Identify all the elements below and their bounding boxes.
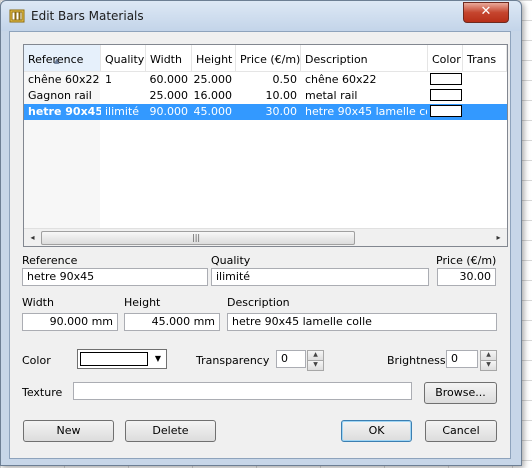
width-label: Width <box>22 296 54 309</box>
cell-description: chêne 60x22 <box>305 73 377 86</box>
brightness-label: Brightness <box>387 354 446 367</box>
description-field[interactable]: hetre 90x45 lamelle colle <box>227 313 497 331</box>
cell-price: 10.00 <box>265 89 298 102</box>
cell-reference: Gagnon rail <box>28 89 92 102</box>
column-header-reference[interactable]: ▲ Reference <box>24 45 101 71</box>
column-header-price[interactable]: Price (€/m) <box>236 45 301 71</box>
cell-description: metal rail <box>305 89 358 102</box>
cell-height: 25.000 <box>193 73 233 86</box>
cell-width: 60.000 <box>149 73 189 86</box>
cell-height: 45.000 <box>193 105 233 118</box>
scroll-right-arrow-icon[interactable]: ▸ <box>490 229 507 246</box>
width-field[interactable]: 90.000 mm <box>22 313 118 331</box>
browse-button[interactable]: Browse... <box>424 382 497 404</box>
cell-quality <box>105 88 145 104</box>
reference-label: Reference <box>22 254 78 267</box>
transparency-label: Transparency <box>196 354 270 367</box>
color-dropdown[interactable]: ▼ <box>77 349 167 369</box>
cancel-button[interactable]: Cancel <box>425 420 497 442</box>
transparency-field[interactable]: 0 <box>276 350 306 368</box>
spin-down-icon[interactable]: ▼ <box>307 360 324 371</box>
cell-description: hetre 90x45 lamelle colle <box>305 105 427 118</box>
quality-field[interactable]: ilimité <box>211 268 429 286</box>
quality-label: Quality <box>211 254 251 267</box>
color-label: Color <box>22 354 51 367</box>
color-swatch <box>80 352 148 366</box>
brightness-field[interactable]: 0 <box>446 350 478 368</box>
column-header-transparency[interactable]: Trans <box>463 45 507 71</box>
cell-price: 0.50 <box>272 73 298 86</box>
window-title: Edit Bars Materials <box>31 9 144 23</box>
column-header-width[interactable]: Width <box>146 45 192 71</box>
cell-quality: ilimité <box>105 105 140 118</box>
description-label: Description <box>227 296 290 309</box>
close-button[interactable]: ✕ <box>463 2 509 23</box>
column-header-color[interactable]: Color <box>428 45 463 71</box>
materials-table[interactable]: ▲ Reference Quality Width Height Price (… <box>23 44 508 247</box>
column-header-description[interactable]: Description <box>301 45 428 71</box>
cell-width: 90.000 <box>149 105 189 118</box>
cell-color-swatch <box>430 73 462 85</box>
cell-reference: hetre 90x45 <box>28 105 101 118</box>
price-field[interactable]: 30.00 <box>437 268 496 286</box>
cell-price: 30.00 <box>265 105 298 118</box>
new-button[interactable]: New <box>23 420 114 442</box>
bars-materials-icon <box>9 9 25 23</box>
horizontal-scrollbar[interactable]: ◂ ||| ▸ <box>24 228 507 246</box>
table-header: ▲ Reference Quality Width Height Price (… <box>24 45 507 72</box>
scroll-left-arrow-icon[interactable]: ◂ <box>24 229 41 246</box>
height-label: Height <box>124 296 161 309</box>
cell-quality: 1 <box>105 73 112 86</box>
cell-color-swatch <box>430 105 462 117</box>
cell-height: 16.000 <box>193 89 233 102</box>
scrollbar-grip-icon: ||| <box>192 233 201 242</box>
title-bar: Edit Bars Materials ✕ <box>1 1 521 31</box>
table-row-selected[interactable]: hetre 90x45 ilimité 90.000 45.000 30.00 … <box>24 104 507 120</box>
chevron-down-icon: ▼ <box>154 354 162 363</box>
sort-ascending-icon: ▲ <box>54 57 60 65</box>
table-row[interactable]: chêne 60x22 1 60.000 25.000 0.50 chêne 6… <box>24 72 507 88</box>
close-icon: ✕ <box>480 4 492 19</box>
texture-label: Texture <box>22 386 63 399</box>
brightness-spinner[interactable]: ▲ ▼ <box>480 350 497 371</box>
dialog-client-area: ▲ Reference Quality Width Height Price (… <box>9 31 511 459</box>
transparency-spinner[interactable]: ▲ ▼ <box>307 350 324 371</box>
texture-field[interactable] <box>73 382 412 400</box>
edit-bars-materials-dialog: Edit Bars Materials ✕ ▲ Reference Qualit… <box>0 0 522 466</box>
height-field[interactable]: 45.000 mm <box>124 313 220 331</box>
spin-down-icon[interactable]: ▼ <box>480 360 497 371</box>
cell-width: 25.000 <box>149 89 189 102</box>
cell-reference: chêne 60x22 <box>28 73 100 86</box>
delete-button[interactable]: Delete <box>125 420 216 442</box>
reference-field[interactable]: hetre 90x45 <box>22 268 208 286</box>
ok-button[interactable]: OK <box>341 420 412 442</box>
cell-color-swatch <box>430 89 462 101</box>
table-row[interactable]: Gagnon rail 25.000 16.000 10.00 metal ra… <box>24 88 507 104</box>
scrollbar-thumb[interactable]: ||| <box>41 231 355 245</box>
price-label: Price (€/m) <box>436 254 497 267</box>
column-header-quality[interactable]: Quality <box>101 45 146 71</box>
column-header-height[interactable]: Height <box>192 45 236 71</box>
